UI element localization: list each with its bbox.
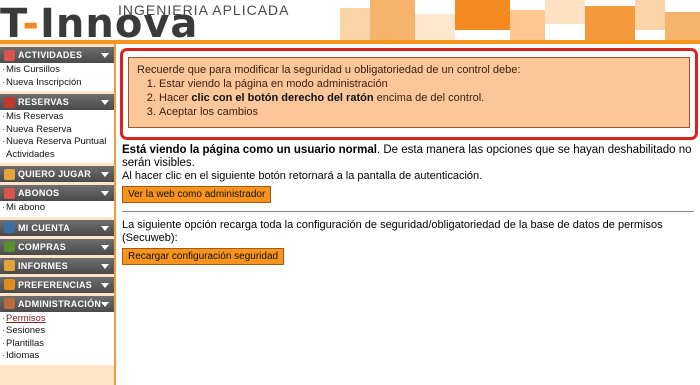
- user-mode-heading: Está viendo la página como un usuario no…: [122, 144, 377, 156]
- chevron-down-icon[interactable]: [101, 172, 109, 177]
- tools-icon: [4, 279, 15, 290]
- user-mode-text-2: Al hacer clic en el siguiente botón reto…: [122, 170, 483, 182]
- sidebar-item[interactable]: Sesiones: [0, 325, 114, 338]
- notice-step-1: Estar viendo la página en modo administr…: [159, 77, 681, 91]
- reload-security-button[interactable]: Recargar configuración seguridad: [122, 248, 285, 265]
- view-as-admin-button[interactable]: Ver la web como administrador: [122, 186, 272, 203]
- sidebar-section-title: ACTIVIDADES: [18, 50, 83, 60]
- header-decoration: [300, 0, 700, 44]
- logo: T-Innova INGENIERIA APLICADA: [0, 0, 320, 44]
- admin-icon: [4, 298, 15, 309]
- chevron-down-icon[interactable]: [101, 191, 109, 196]
- page-header: T-Innova INGENIERIA APLICADA: [0, 0, 700, 44]
- sidebar-item-list: Mis CursillosNueva Inscripción: [0, 63, 114, 91]
- calendar-icon: [4, 49, 15, 61]
- sidebar-item[interactable]: Mis Cursillos: [0, 64, 114, 77]
- notice-step-3: Aceptar los cambios: [159, 105, 681, 119]
- chevron-down-icon[interactable]: [101, 263, 109, 269]
- sidebar-item-list: PermisosSesionesPlantillasIdiomas: [0, 311, 114, 365]
- sidebar-item[interactable]: Nueva Inscripción: [0, 77, 114, 90]
- sidebar-item-list: Mis ReservasNueva ReservaNueva Reserva P…: [0, 110, 114, 163]
- sidebar-section-title: MI CUENTA: [18, 222, 71, 233]
- sidebar-section-informes[interactable]: INFORMES: [0, 257, 114, 274]
- sidebar-section-title: COMPRAS: [18, 241, 67, 252]
- notice-intro: Recuerde que para modificar la seguridad…: [137, 64, 521, 76]
- notice-step-2-bold: clic con el botón derecho del ratón: [191, 92, 374, 104]
- ticket-icon: [4, 187, 15, 199]
- sidebar-item[interactable]: Idiomas: [0, 350, 114, 363]
- chevron-down-icon[interactable]: [101, 282, 109, 288]
- sidebar-section-title: ABONOS: [18, 188, 60, 198]
- sidebar-section-title: ADMINISTRACIÓN: [18, 298, 102, 309]
- sidebar-section-abonos[interactable]: ABONOS: [0, 185, 114, 201]
- chevron-down-icon[interactable]: [101, 244, 109, 250]
- notice-steps: Estar viendo la página en modo administr…: [159, 77, 681, 119]
- sidebar-section-quiero-jugar[interactable]: QUIERO JUGAR: [0, 166, 114, 182]
- logo-subtitle: INGENIERIA APLICADA: [118, 2, 290, 18]
- notice-box: Recuerde que para modificar la seguridad…: [128, 57, 690, 128]
- chevron-down-icon[interactable]: [101, 301, 109, 307]
- sidebar-item[interactable]: Mis Reservas: [0, 111, 114, 124]
- chevron-down-icon[interactable]: [101, 225, 109, 231]
- sidebar-section-compras[interactable]: COMPRAS: [0, 238, 114, 255]
- sidebar-section-administración[interactable]: ADMINISTRACIÓN: [0, 295, 114, 312]
- sidebar-item[interactable]: Nueva Reserva Puntual Actividades: [0, 136, 114, 161]
- user-icon: [4, 222, 15, 233]
- sidebar: ACTIVIDADES Mis CursillosNueva Inscripció…: [0, 44, 116, 385]
- notice-step-2-post: encima de del control.: [373, 92, 485, 104]
- chevron-down-icon[interactable]: [101, 53, 109, 58]
- sidebar-item[interactable]: Mi abono: [0, 202, 114, 215]
- chevron-down-icon[interactable]: [101, 100, 109, 105]
- sidebar-section-title: RESERVAS: [18, 97, 70, 107]
- notice-step-2-pre: Hacer: [159, 92, 192, 104]
- divider: [122, 211, 694, 212]
- sidebar-item[interactable]: Plantillas: [0, 338, 114, 351]
- people-icon: [4, 168, 15, 180]
- sidebar-section-mi-cuenta[interactable]: MI CUENTA: [0, 219, 114, 236]
- sidebar-section-actividades[interactable]: ACTIVIDADES: [0, 47, 114, 63]
- sidebar-item[interactable]: Permisos: [0, 313, 114, 326]
- sidebar-section-preferencias[interactable]: PREFERENCIAS: [0, 276, 114, 293]
- grid-icon: [4, 96, 15, 108]
- chart-icon: [4, 260, 15, 271]
- reload-section: La siguiente opción recarga toda la conf…: [122, 219, 694, 265]
- reload-text: La siguiente opción recarga toda la conf…: [122, 219, 663, 244]
- sidebar-item[interactable]: Nueva Reserva: [0, 124, 114, 137]
- notice-step-2: Hacer clic con el botón derecho del rató…: [159, 91, 681, 105]
- sidebar-item-list: Mi abono: [0, 201, 114, 217]
- sidebar-section-title: INFORMES: [18, 260, 68, 271]
- user-mode-section: Está viendo la página como un usuario no…: [122, 144, 694, 203]
- logo-dash: -: [22, 1, 41, 44]
- sidebar-section-reservas[interactable]: RESERVAS: [0, 94, 114, 110]
- sidebar-section-title: PREFERENCIAS: [18, 279, 93, 290]
- cart-icon: [4, 241, 15, 252]
- sidebar-section-title: QUIERO JUGAR: [18, 169, 92, 179]
